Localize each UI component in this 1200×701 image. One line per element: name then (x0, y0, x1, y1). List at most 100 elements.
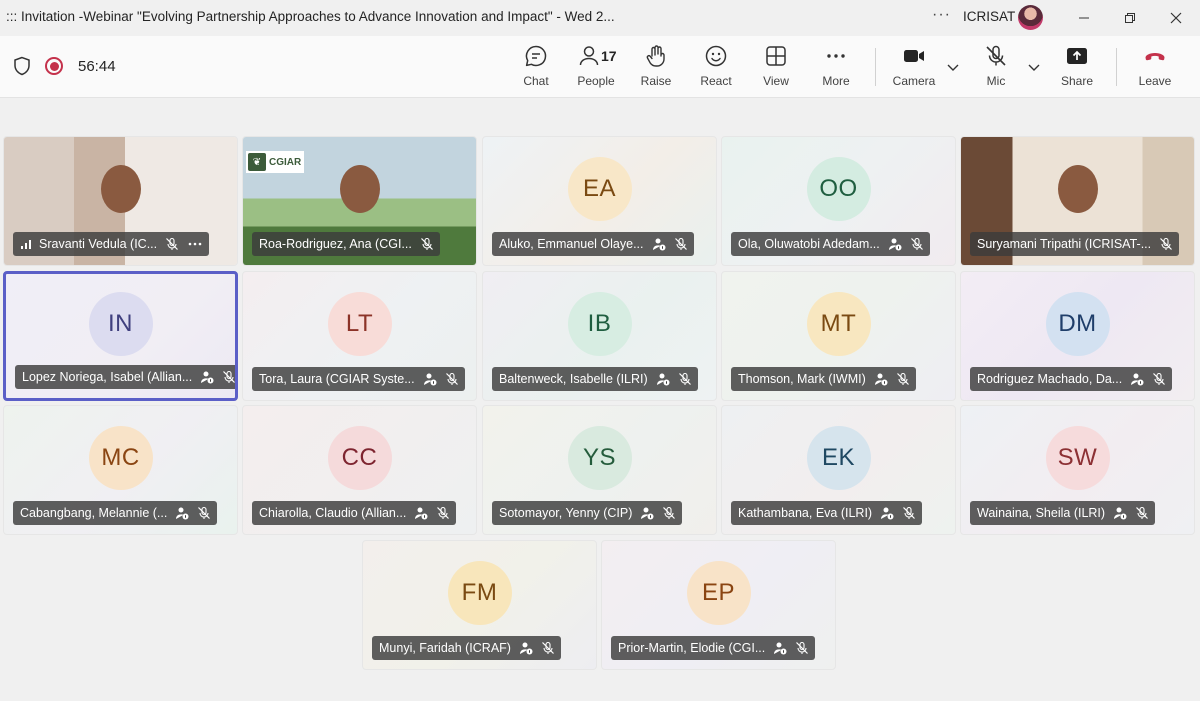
participant-tile[interactable]: CC Chiarolla, Claudio (Allian... (242, 405, 477, 535)
toolbar-divider (875, 48, 876, 86)
more-button[interactable]: More (808, 44, 864, 92)
participant-tile[interactable]: IB Baltenweck, Isabelle (ILRI) (482, 271, 717, 401)
participant-name: Munyi, Faridah (ICRAF) (379, 641, 511, 655)
participant-figure (339, 165, 380, 213)
close-button[interactable] (1162, 4, 1190, 32)
person-info-icon (415, 507, 428, 520)
participant-name: Thomson, Mark (IWMI) (738, 372, 866, 386)
logo-text: CGIAR (269, 156, 302, 168)
mic-button[interactable]: Mic (968, 44, 1024, 92)
raise-hand-button[interactable]: Raise (628, 44, 684, 92)
camera-button[interactable]: Camera (886, 44, 942, 92)
mic-muted-icon (198, 506, 211, 519)
camera-options-chevron-down-icon[interactable] (946, 60, 960, 74)
people-count: 17 (601, 48, 617, 64)
participant-tile[interactable]: EP Prior-Martin, Elodie (CGI... (601, 540, 836, 670)
participant-tile[interactable]: SW Wainaina, Sheila (ILRI) (960, 405, 1195, 535)
raise-label: Raise (640, 74, 672, 88)
person-info-icon (774, 642, 787, 655)
camera-label: Camera (892, 74, 936, 88)
participant-name-bar: Sravanti Vedula (IC... (13, 232, 210, 256)
participant-name: Prior-Martin, Elodie (CGI... (618, 641, 766, 655)
person-info-icon (1131, 373, 1144, 386)
people-icon (579, 46, 599, 66)
hang-up-icon (1145, 53, 1165, 61)
participant-name-bar: Prior-Martin, Elodie (CGI... (611, 636, 816, 660)
mic-muted-icon (910, 237, 923, 250)
cgiar-logo: ❦ CGIAR (246, 151, 304, 173)
participant-name: Lopez Noriega, Isabel (Allian... (22, 370, 193, 384)
participant-avatar: LT (327, 292, 392, 356)
people-button[interactable]: 17 People (568, 44, 624, 92)
person-info-icon (641, 507, 654, 520)
participant-avatar: OO (806, 157, 871, 221)
shield-icon[interactable] (13, 56, 31, 76)
participant-name: Chiarolla, Claudio (Allian... (259, 506, 407, 520)
share-label: Share (1060, 74, 1094, 88)
smiley-icon (705, 45, 727, 67)
person-info-icon (888, 238, 902, 251)
toolbar-divider (1116, 48, 1117, 86)
mic-muted-icon (903, 506, 916, 519)
mic-muted-icon (437, 506, 450, 519)
react-button[interactable]: React (688, 44, 744, 92)
participant-name-bar: Roa-Rodriguez, Ana (CGI... (252, 232, 440, 256)
participant-name: Suryamani Tripathi (ICRISAT-... (977, 237, 1152, 251)
mic-muted-icon (542, 641, 554, 654)
participant-avatar: DM (1045, 292, 1110, 356)
more-options-icon[interactable]: ··· (932, 6, 951, 24)
participant-tile[interactable]: IN Lopez Noriega, Isabel (Allian... (3, 271, 238, 401)
participant-name-bar: Suryamani Tripathi (ICRISAT-... (970, 232, 1180, 256)
participant-name-bar: Lopez Noriega, Isabel (Allian... (15, 365, 235, 389)
view-button[interactable]: View (748, 44, 804, 92)
mic-muted-icon (223, 370, 235, 383)
participant-name-bar: Kathambana, Eva (ILRI) (731, 501, 923, 525)
participant-tile[interactable]: Sravanti Vedula (IC... (3, 136, 238, 266)
chat-icon (525, 45, 547, 67)
mic-options-chevron-down-icon[interactable] (1027, 60, 1041, 74)
minimize-button[interactable] (1070, 4, 1098, 32)
meeting-timer: 56:44 (78, 58, 116, 75)
more-icon[interactable] (187, 237, 203, 251)
participant-name-bar: Chiarolla, Claudio (Allian... (252, 501, 457, 525)
participant-name: Aluko, Emmanuel Olaye... (499, 237, 644, 251)
view-label: View (763, 74, 789, 88)
participant-name-bar: Baltenweck, Isabelle (ILRI) (492, 367, 698, 391)
participant-name-bar: Sotomayor, Yenny (CIP) (492, 501, 683, 525)
mic-muted-icon (678, 372, 691, 385)
share-button[interactable]: Share (1049, 44, 1105, 92)
participant-name: Tora, Laura (CGIAR Syste... (259, 372, 415, 386)
participant-tile[interactable]: YS Sotomayor, Yenny (CIP) (482, 405, 717, 535)
person-info-icon (423, 373, 437, 386)
participant-figure (1057, 165, 1098, 213)
avatar[interactable] (1018, 5, 1043, 30)
participant-tile[interactable]: DM Rodriguez Machado, Da... (960, 271, 1195, 401)
participant-name: Cabangbang, Melannie (... (20, 506, 168, 520)
person-info-icon (881, 507, 894, 520)
window-title: ::: Invitation -Webinar "Evolving Partne… (6, 9, 615, 24)
participant-tile[interactable]: MC Cabangbang, Melannie (... (3, 405, 238, 535)
mic-muted-icon (674, 237, 687, 250)
participant-tile[interactable]: EK Kathambana, Eva (ILRI) (721, 405, 956, 535)
organization-name: ICRISAT (963, 9, 1016, 24)
mic-muted-icon (1136, 506, 1149, 519)
chat-button[interactable]: Chat (508, 44, 564, 92)
participant-tile[interactable]: EA Aluko, Emmanuel Olaye... (482, 136, 717, 266)
participant-avatar: EA (567, 157, 632, 221)
participant-tile[interactable]: Suryamani Tripathi (ICRISAT-... (960, 136, 1195, 266)
restore-button[interactable] (1116, 4, 1144, 32)
mic-muted-icon (986, 45, 1006, 66)
participant-figure (100, 165, 141, 213)
leave-button[interactable]: Leave (1127, 44, 1183, 92)
participant-tile[interactable]: LT Tora, Laura (CGIAR Syste... (242, 271, 477, 401)
participant-tile[interactable]: OO Ola, Oluwatobi Adedam... (721, 136, 956, 266)
camera-icon (904, 50, 924, 62)
participant-tile[interactable]: ❦ CGIAR Roa-Rodriguez, Ana (CGI... (242, 136, 477, 266)
participant-name-bar: Wainaina, Sheila (ILRI) (970, 501, 1156, 525)
participant-tile[interactable]: FM Munyi, Faridah (ICRAF) (362, 540, 597, 670)
participant-tile[interactable]: MT Thomson, Mark (IWMI) (721, 271, 956, 401)
participant-name-bar: Aluko, Emmanuel Olaye... (492, 232, 694, 256)
restore-icon (1125, 13, 1135, 23)
person-info-icon (201, 371, 214, 384)
participant-avatar: MT (806, 292, 871, 356)
